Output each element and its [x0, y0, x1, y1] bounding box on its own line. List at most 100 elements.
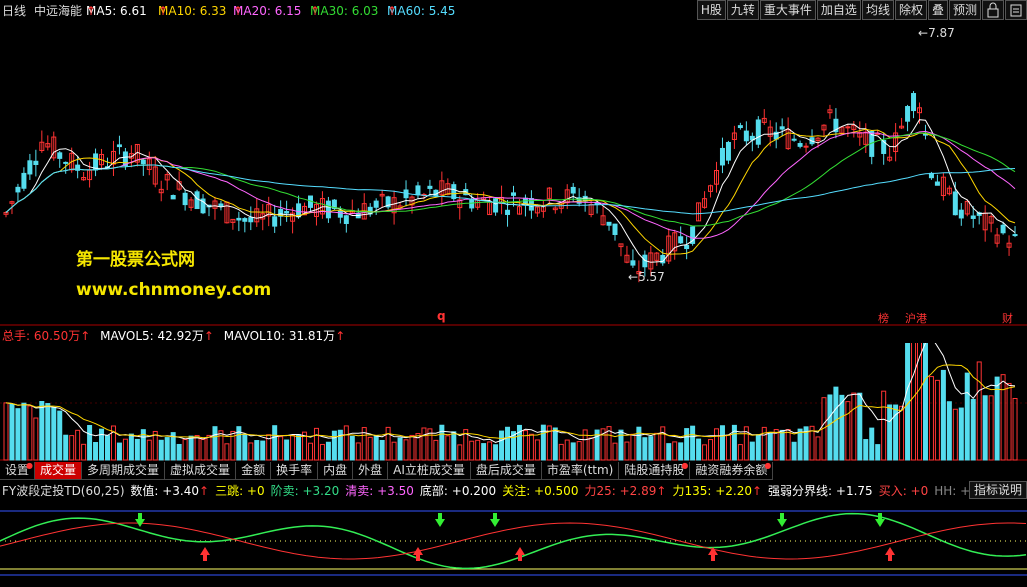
volume-bar — [128, 433, 134, 461]
tab-5[interactable]: 换手率 — [271, 462, 319, 480]
indicator-panel[interactable] — [0, 499, 1027, 584]
tab-6[interactable]: 内盘 — [318, 462, 354, 480]
tab-11[interactable]: 陆股通持股 ● — [619, 462, 691, 480]
total-volume-label: 总手: 60.50万↑ — [2, 329, 91, 343]
volume-legend: 总手: 60.50万↑ MAVOL5: 42.92万↑ MAVOL10: 31.… — [0, 327, 345, 343]
toolbar-ma-button[interactable]: 均线 — [861, 0, 894, 20]
tab-1[interactable]: 成交量 — [35, 462, 83, 480]
high-price-label: ←7.87 — [918, 26, 955, 40]
event-label-hk-connect[interactable]: 沪港 — [905, 310, 927, 326]
candle — [337, 210, 343, 218]
volume-bar — [624, 441, 630, 461]
toolbar-add-watchlist-button[interactable]: 加自选 — [816, 0, 861, 20]
tab-dot-icon: ● — [26, 461, 34, 470]
tab-4[interactable]: 金额 — [236, 462, 272, 480]
tab-7[interactable]: 外盘 — [353, 462, 389, 480]
volume-bar — [164, 437, 170, 461]
volume-bar — [499, 430, 505, 461]
volume-bar — [958, 407, 964, 461]
tab-2[interactable]: 多周期成交量 — [82, 462, 166, 480]
volume-bar — [87, 425, 93, 461]
candle — [737, 125, 743, 129]
volume-bar — [93, 442, 99, 461]
indicator-force-line — [0, 522, 1027, 560]
tab-8[interactable]: AI立桩成交量 — [388, 462, 471, 480]
toolbar-major-events-button[interactable]: 重大事件 — [759, 0, 816, 20]
toolbar-forecast-button[interactable]: 预测 — [948, 0, 981, 20]
indicator-name[interactable]: FY波段定投TD(60,25) — [2, 484, 125, 498]
candle — [236, 217, 242, 221]
volume-bar — [534, 439, 540, 461]
candle — [343, 215, 349, 224]
indicator-value: 数值: +3.40↑ — [130, 484, 210, 498]
volume-bar — [839, 394, 845, 461]
volume-bar — [296, 434, 302, 461]
indicator-value: 清卖: +3.50 — [345, 484, 414, 498]
tab-3[interactable]: 虚拟成交量 — [165, 462, 237, 480]
tab-12[interactable]: 融资融券余额 ● — [690, 462, 774, 480]
toolbar-overlay-button[interactable]: 叠 — [927, 0, 948, 20]
lock-icon[interactable] — [982, 0, 1004, 20]
volume-bar — [122, 438, 128, 461]
volume-bar — [684, 428, 690, 461]
candle — [1012, 234, 1018, 237]
volume-bar — [875, 444, 881, 461]
volume-bar — [313, 427, 319, 461]
volume-bar — [63, 434, 69, 461]
menu-icon[interactable] — [1005, 0, 1027, 20]
candle — [797, 143, 803, 147]
volume-bar — [946, 401, 952, 461]
volume-bar — [1000, 374, 1006, 461]
toolbar-h-share-button[interactable]: H股 — [696, 0, 726, 20]
candle — [725, 141, 731, 161]
volume-bar — [469, 440, 475, 461]
volume-bar — [702, 444, 708, 461]
volume-bar — [666, 443, 672, 461]
volume-bar — [45, 403, 51, 461]
volume-bar — [779, 429, 785, 461]
volume-panel[interactable] — [0, 317, 1027, 461]
indicator-chart[interactable] — [0, 499, 1027, 584]
volume-bar — [881, 390, 887, 461]
volume-chart[interactable] — [0, 317, 1027, 461]
tab-10[interactable]: 市盈率(ttm) — [541, 462, 620, 480]
tab-label: 金额 — [241, 463, 266, 477]
event-label-rank[interactable]: 榜 — [878, 310, 889, 326]
candle — [451, 184, 457, 200]
watermark-url: www.chnmoney.com — [76, 280, 272, 300]
tab-label: 成交量 — [40, 463, 77, 477]
volume-bar — [827, 394, 833, 461]
volume-bar — [33, 417, 39, 461]
candle — [325, 200, 331, 219]
indicator-value: 力135: +2.20↑ — [672, 484, 763, 498]
volume-bar — [421, 427, 427, 461]
volume-bar — [887, 404, 893, 461]
tab-0[interactable]: 设置 ● — [0, 461, 36, 480]
volume-bar — [182, 439, 188, 461]
volume-bar — [982, 395, 988, 461]
candle — [63, 161, 69, 164]
tab-9[interactable]: 盘后成交量 — [470, 462, 542, 480]
volume-bar — [725, 434, 731, 461]
candle — [719, 147, 725, 166]
volume-bar — [373, 435, 379, 461]
volume-bar — [69, 435, 75, 461]
indicator-help-button[interactable]: 指标说明 — [968, 481, 1027, 499]
candle — [493, 198, 499, 213]
toolbar-ex-rights-button[interactable]: 除权 — [894, 0, 927, 20]
event-label-finance[interactable]: 财 — [1002, 310, 1013, 326]
volume-bar — [672, 441, 678, 461]
volume-bar — [648, 436, 654, 461]
candle — [630, 260, 636, 266]
volume-bar — [81, 443, 87, 461]
period-label[interactable]: 日线 — [2, 2, 26, 19]
stock-name: 中远海能 — [34, 4, 83, 18]
toolbar-nine-turn-button[interactable]: 九转 — [726, 0, 759, 20]
candle — [284, 211, 290, 214]
candle — [21, 172, 27, 189]
volume-bar — [522, 430, 528, 461]
q-marker[interactable]: q — [437, 309, 446, 323]
volume-bar — [552, 427, 558, 461]
volume-bar — [99, 428, 105, 461]
buy-arrow-icon — [885, 547, 895, 561]
